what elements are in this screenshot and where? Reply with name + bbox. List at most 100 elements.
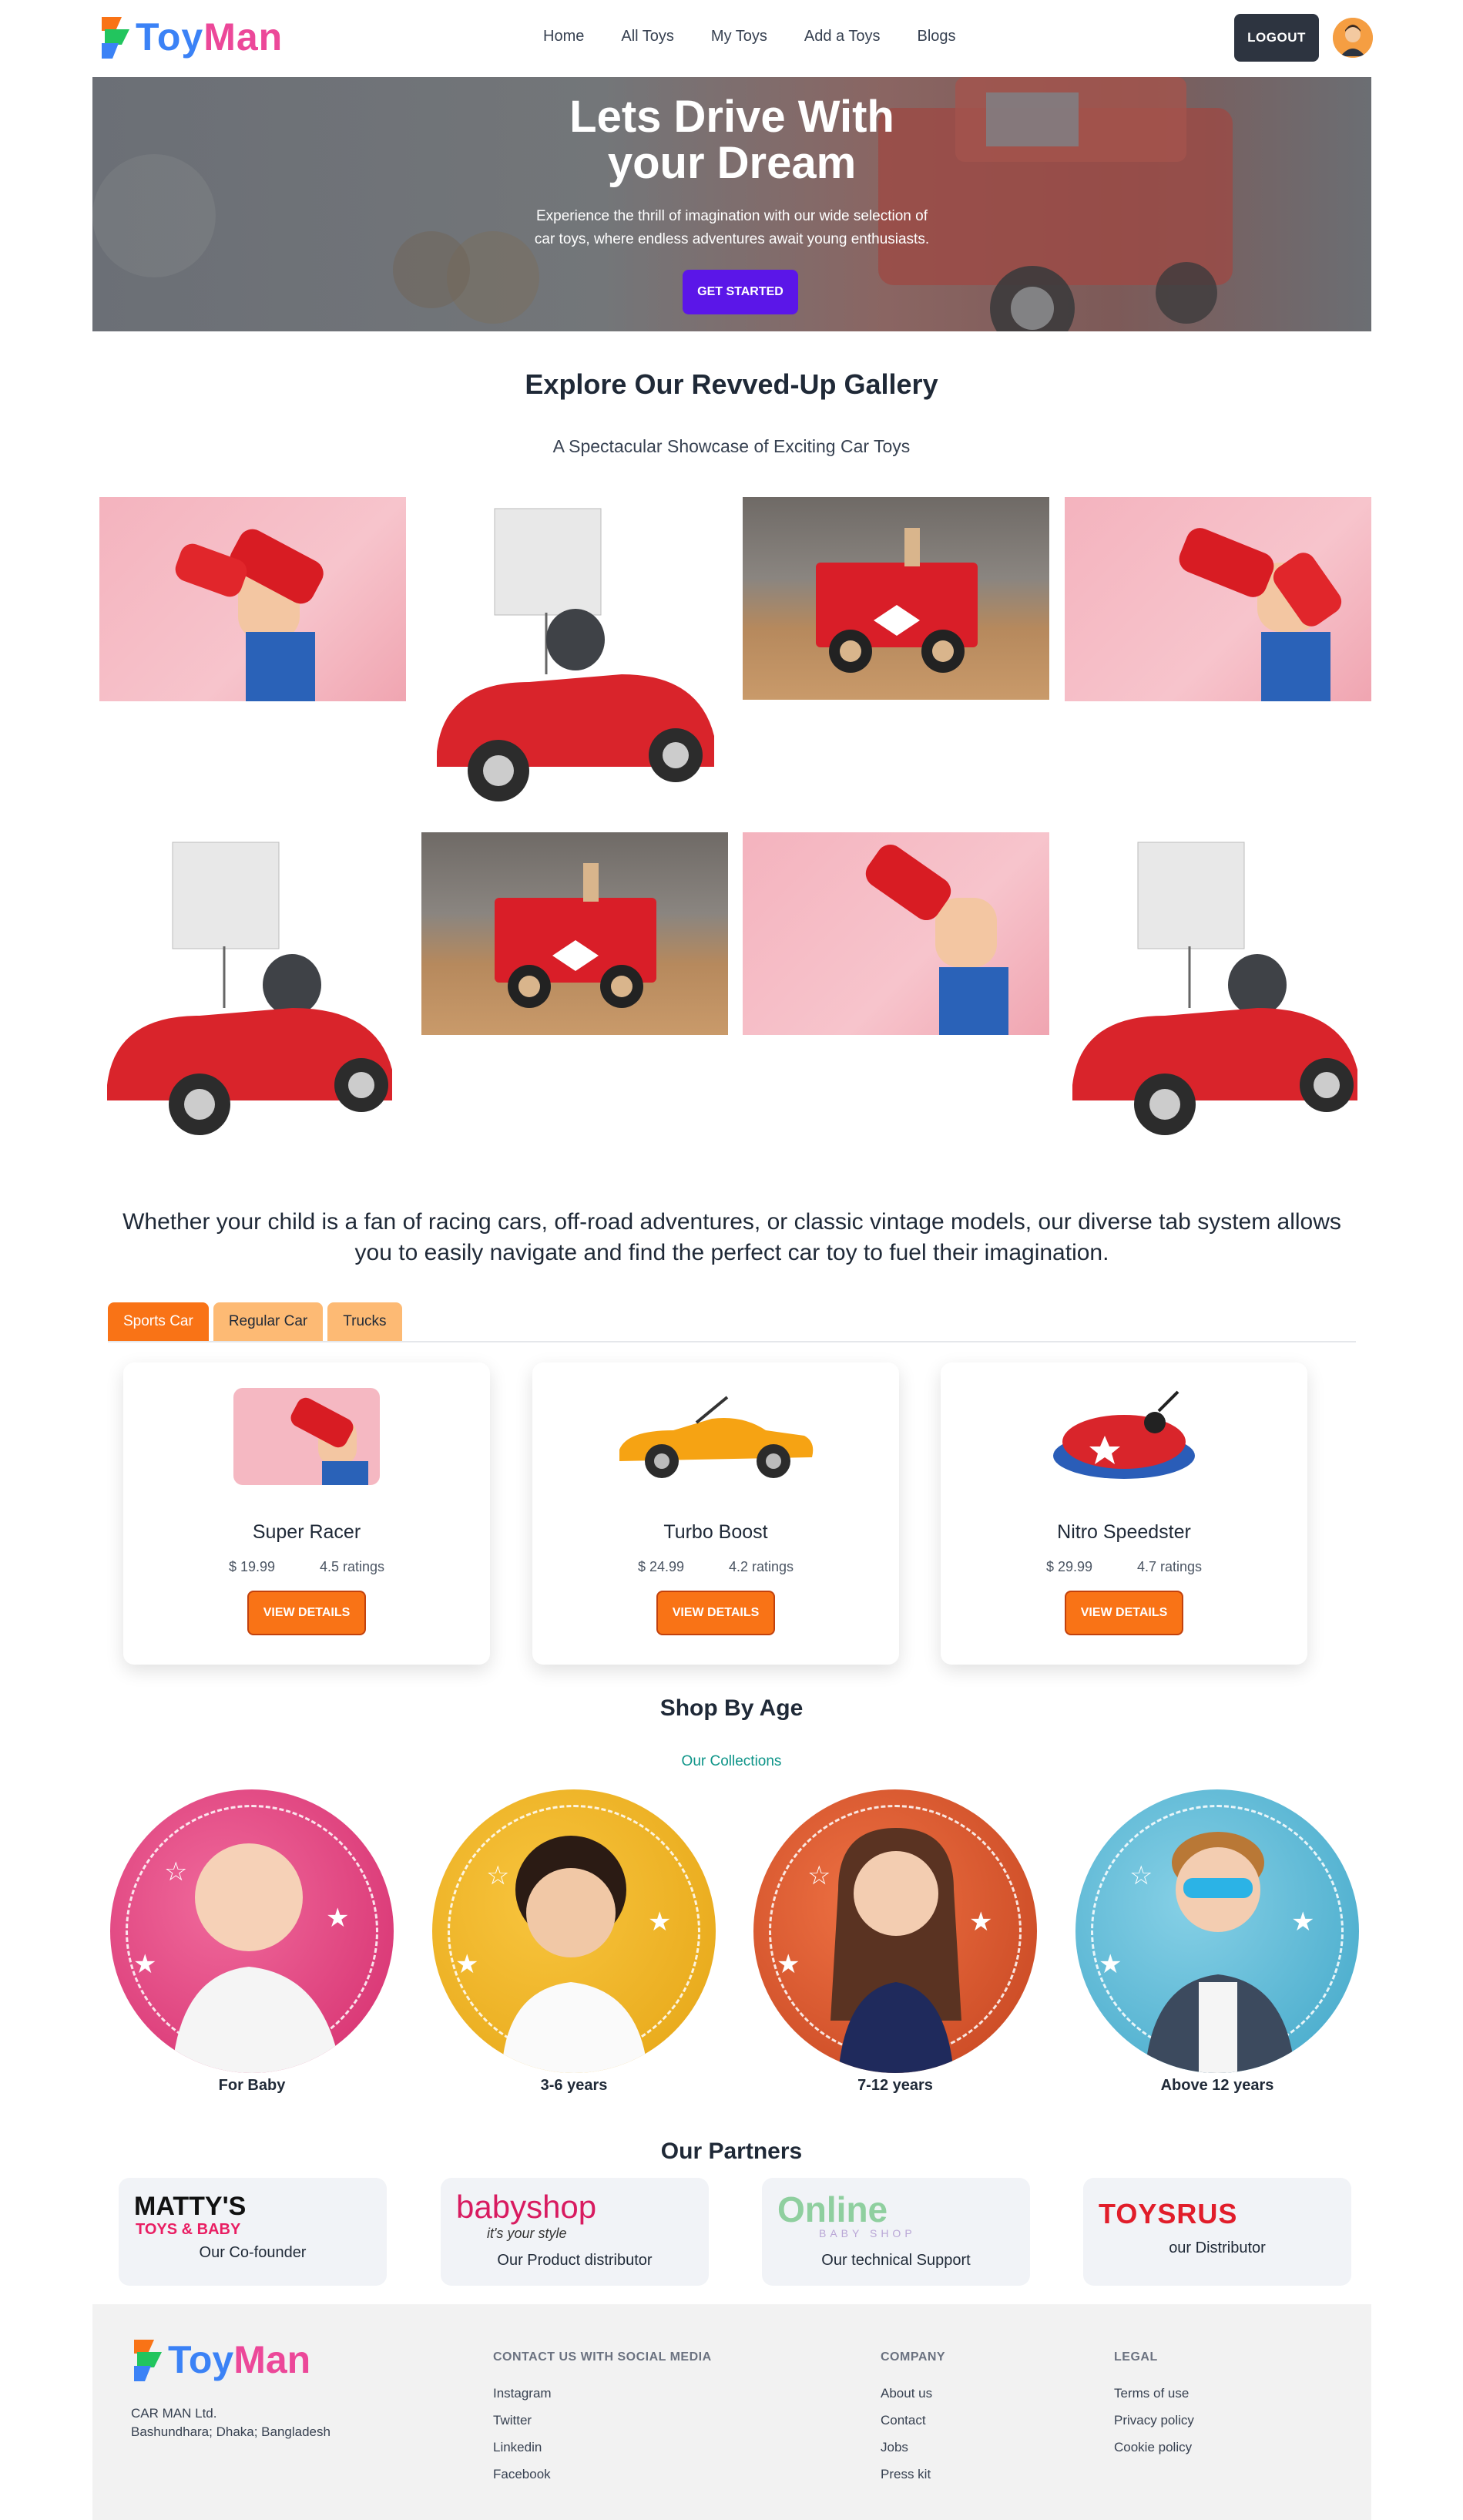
nav-link-add-toys[interactable]: Add a Toys [804, 28, 881, 45]
partner-card[interactable]: babyshop it's your style Our Product dis… [441, 2178, 709, 2286]
footer-link-press-kit[interactable]: Press kit [881, 2467, 931, 2482]
gallery-title: Explore Our Revved-Up Gallery [525, 368, 938, 400]
footer-link-about[interactable]: About us [881, 2386, 932, 2401]
gallery-image-hand-car-2 [1065, 497, 1371, 701]
partner-logo-sub: TOYS & BABY [136, 2221, 241, 2238]
footer-logo[interactable]: ToyMan [131, 2337, 310, 2383]
category-tabs: Sports Car Regular Car Trucks [108, 1302, 402, 1341]
product-card: Turbo Boost $ 24.99 4.2 ratings VIEW DET… [532, 1362, 899, 1665]
product-image [1051, 1386, 1197, 1487]
footer-social-heading: CONTACT US WITH SOCIAL MEDIA [493, 2350, 712, 2364]
footer-link-instagram[interactable]: Instagram [493, 2386, 552, 2401]
view-details-button[interactable]: VIEW DETAILS [247, 1591, 366, 1635]
product-name: Turbo Boost [663, 1521, 768, 1543]
view-details-button[interactable]: VIEW DETAILS [1065, 1591, 1183, 1635]
partner-logo-sub: it's your style [487, 2226, 567, 2241]
age-label: For Baby [218, 2077, 286, 2094]
nav-link-blogs[interactable]: Blogs [917, 28, 955, 45]
teen-photo [1145, 1832, 1295, 2073]
partner-card[interactable]: TOYSRUS our Distributor [1083, 2178, 1351, 2286]
intro-paragraph: Whether your child is a fan of racing ca… [122, 1209, 1341, 1265]
product-price: $ 24.99 [637, 1559, 684, 1574]
logout-button[interactable]: LOGOUT [1234, 14, 1319, 62]
gallery-image-gorilla-car [421, 497, 728, 813]
product-rating: 4.7 ratings [1137, 1559, 1203, 1574]
gallery-image-hand-car [99, 497, 406, 701]
tab-sports-car[interactable]: Sports Car [108, 1302, 209, 1341]
toddler-photo [502, 1836, 648, 2073]
product-image [612, 1386, 820, 1487]
product-price: $ 19.99 [228, 1559, 275, 1574]
partner-logo-mattys: MATTY'S [134, 2192, 247, 2221]
partner-logo-babyshop: babyshop [456, 2189, 597, 2225]
avatar-icon [1333, 18, 1373, 58]
gallery-image-gorilla-car-2 [99, 831, 406, 1147]
age-label: 7-12 years [857, 2077, 933, 2094]
child-photo [830, 1828, 961, 2073]
hero-banner: Lets Drive With your Dream Experience th… [92, 77, 1371, 331]
view-details-button[interactable]: VIEW DETAILS [656, 1591, 775, 1635]
product-card: Super Racer $ 19.99 4.5 ratings VIEW DET… [123, 1362, 490, 1665]
partner-caption: Our Product distributor [497, 2252, 653, 2269]
tab-trucks[interactable]: Trucks [327, 1302, 402, 1341]
footer-link-jobs[interactable]: Jobs [881, 2440, 908, 2455]
partners-title: Our Partners [660, 2139, 803, 2164]
age-label: 3-6 years [540, 2077, 608, 2094]
nav-menu: Home All Toys My Toys Add a Toys Blogs [543, 28, 956, 45]
nav-link-home[interactable]: Home [543, 28, 584, 45]
gallery-image-train [743, 497, 1049, 700]
age-card-3-6[interactable]: ☆ ★ ★ [432, 1789, 716, 2073]
product-rating: 4.5 ratings [320, 1559, 385, 1574]
hero-title: Lets Drive With your Dream [569, 92, 894, 188]
partner-logo-toysrus: TOYSRUS [1099, 2198, 1238, 2229]
gallery-image-train-2 [421, 832, 728, 1035]
age-card-baby[interactable]: ☆ ★ ★ [110, 1789, 394, 2073]
logo-icon [102, 17, 129, 59]
tab-divider [108, 1341, 1356, 1342]
nav-link-all-toys[interactable]: All Toys [621, 28, 674, 45]
footer: ToyMan CAR MAN Ltd. Bashundhara; Dhaka; … [92, 2304, 1371, 2520]
product-rating: 4.2 ratings [729, 1559, 794, 1574]
navbar: ToyMan Home All Toys My Toys Add a Toys … [92, 0, 1373, 76]
product-price: $ 29.99 [1045, 1559, 1092, 1574]
tab-regular-car[interactable]: Regular Car [213, 1302, 324, 1341]
age-card-above-12[interactable]: ☆ ★ ★ [1075, 1789, 1359, 2073]
partner-card[interactable]: MATTY'S TOYS & BABY Our Co-founder [119, 2178, 387, 2286]
footer-company-heading: COMPANY [881, 2350, 946, 2364]
footer-link-twitter[interactable]: Twitter [493, 2413, 532, 2428]
footer-legal-heading: LEGAL [1114, 2350, 1158, 2364]
product-card: Nitro Speedster $ 29.99 4.7 ratings VIEW… [941, 1362, 1307, 1665]
footer-link-cookie[interactable]: Cookie policy [1114, 2440, 1192, 2455]
partner-card[interactable]: Online BABY SHOP Our technical Support [762, 2178, 1030, 2286]
footer-link-facebook[interactable]: Facebook [493, 2467, 551, 2482]
partner-logo-sub: BABY SHOP [819, 2227, 916, 2239]
brand-logo[interactable]: ToyMan [99, 14, 283, 60]
footer-link-contact[interactable]: Contact [881, 2413, 926, 2428]
shop-by-age-title: Shop By Age [659, 1695, 804, 1721]
hero-subtitle: Experience the thrill of imagination wit… [534, 208, 930, 247]
collections-subtitle: Our Collections [681, 1753, 782, 1769]
partner-logo-online: Online [777, 2189, 888, 2229]
partner-caption: our Distributor [1169, 2239, 1266, 2256]
gallery-image-hand-car-3 [743, 832, 1049, 1035]
age-label: Above 12 years [1160, 2077, 1274, 2094]
product-image [233, 1386, 380, 1487]
brand-name: ToyMan [136, 15, 284, 59]
footer-link-privacy[interactable]: Privacy policy [1114, 2413, 1194, 2428]
footer-address: Bashundhara; Dhaka; Bangladesh [131, 2424, 331, 2439]
nav-link-my-toys[interactable]: My Toys [711, 28, 767, 45]
logo-icon [134, 2340, 162, 2381]
get-started-button[interactable]: GET STARTED [683, 270, 798, 314]
gallery-subtitle: A Spectacular Showcase of Exciting Car T… [552, 436, 911, 456]
product-name: Nitro Speedster [1057, 1521, 1191, 1543]
partner-caption: Our technical Support [821, 2252, 971, 2269]
gallery-image-gorilla-car-3 [1065, 831, 1371, 1147]
footer-link-linkedin[interactable]: Linkedin [493, 2440, 542, 2455]
user-avatar[interactable] [1333, 18, 1373, 58]
baby-photo [172, 1843, 341, 2073]
age-card-7-12[interactable]: ☆ ★ ★ [753, 1789, 1037, 2073]
footer-company-name: CAR MAN Ltd. [131, 2406, 217, 2421]
footer-brand-name: ToyMan [168, 2338, 311, 2381]
footer-link-terms[interactable]: Terms of use [1114, 2386, 1189, 2401]
partner-caption: Our Co-founder [199, 2244, 307, 2261]
